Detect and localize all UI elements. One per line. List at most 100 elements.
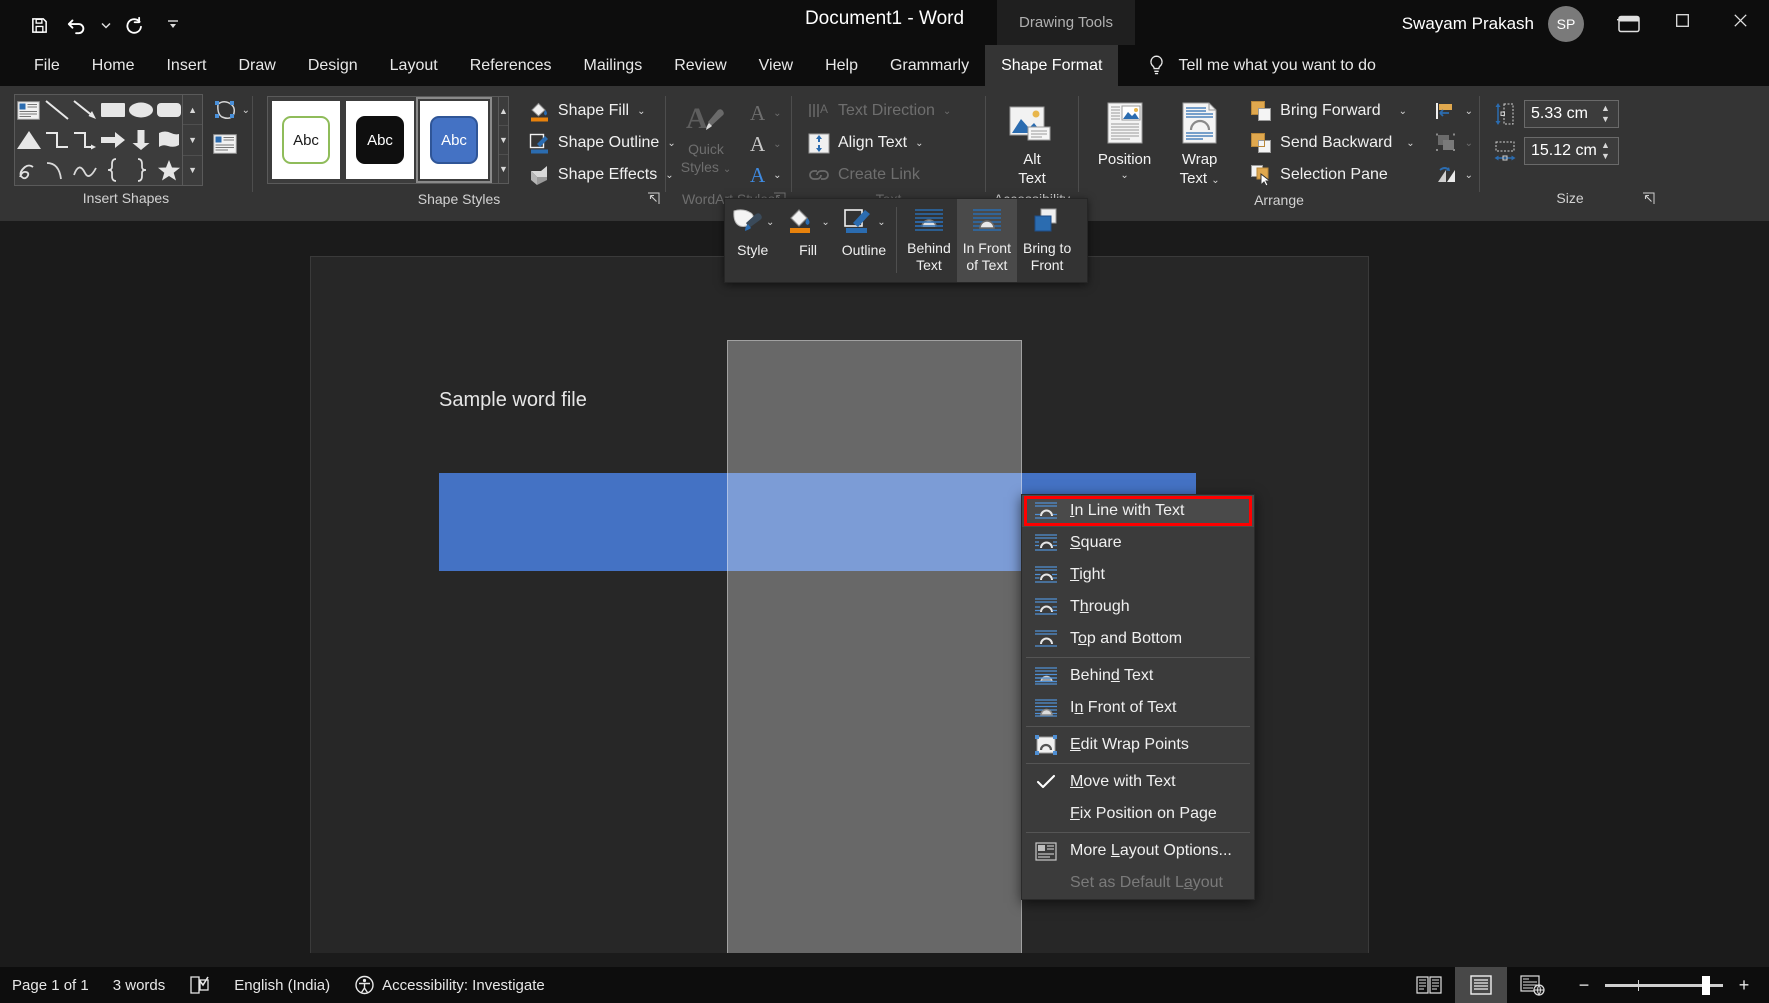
mini-fill-caret-icon[interactable]: ⌄ xyxy=(821,217,829,228)
tab-references[interactable]: References xyxy=(454,45,568,86)
text-direction-button[interactable]: A Text Direction ⌄ xyxy=(802,98,957,124)
minimize-button[interactable] xyxy=(1595,0,1653,40)
rotate-objects-caret-icon[interactable]: ⌄ xyxy=(1465,170,1473,181)
wordart-quick-styles-button[interactable]: A Quick Styles ⌄ xyxy=(676,100,736,179)
shape-width-spin-up-icon[interactable]: ▲ xyxy=(1601,140,1610,151)
close-button[interactable] xyxy=(1711,0,1769,40)
page-indicator[interactable]: Page 1 of 1 xyxy=(0,967,101,1003)
size-dialog-launcher[interactable] xyxy=(1642,192,1656,206)
shape-curve-icon[interactable] xyxy=(43,155,71,185)
undo-icon[interactable] xyxy=(60,8,94,42)
shape-width-spin-down-icon[interactable]: ▼ xyxy=(1601,151,1610,162)
group-objects-button[interactable]: ⌄ xyxy=(1429,130,1479,156)
text-fill-caret-icon[interactable]: ⌄ xyxy=(773,108,781,119)
tab-view[interactable]: View xyxy=(743,45,809,86)
tab-help[interactable]: Help xyxy=(809,45,874,86)
document-body-text[interactable]: Sample word file xyxy=(439,389,587,412)
save-icon[interactable] xyxy=(22,8,56,42)
mini-in-front-of-text-button[interactable]: In Front of Text xyxy=(957,199,1017,282)
menu-item-fix-position-on-page[interactable]: Fix Position on Page xyxy=(1022,798,1254,830)
rotate-objects-button[interactable]: ⌄ xyxy=(1429,162,1479,188)
shape-height-field[interactable]: 5.33 cm ▲ ▼ xyxy=(1494,100,1610,128)
bring-forward-caret-icon[interactable]: ⌄ xyxy=(1399,106,1407,117)
tab-insert[interactable]: Insert xyxy=(150,45,222,86)
shape-line-icon[interactable] xyxy=(43,95,71,125)
mini-style-caret-icon[interactable]: ⌄ xyxy=(766,217,774,228)
tab-mailings[interactable]: Mailings xyxy=(568,45,659,86)
align-text-button[interactable]: Align Text ⌄ xyxy=(802,130,957,156)
redo-icon[interactable] xyxy=(118,8,152,42)
shapes-gallery-scrollbar[interactable]: ▲ ▼ ▼ xyxy=(183,94,202,186)
shape-elbow-connector-icon[interactable] xyxy=(43,125,71,155)
shape-rounded-rectangle-icon[interactable] xyxy=(155,95,183,125)
shape-right-arrow-icon[interactable] xyxy=(99,125,127,155)
shape-scribble-icon[interactable] xyxy=(15,155,43,185)
edit-shape-button[interactable]: ⌄ xyxy=(211,96,252,124)
shape-elbow-arrow-connector-icon[interactable] xyxy=(71,125,99,155)
mini-bring-to-front-button[interactable]: Bring to Front xyxy=(1017,199,1077,282)
restore-button[interactable] xyxy=(1653,0,1711,40)
edit-shape-caret-icon[interactable]: ⌄ xyxy=(242,105,250,116)
shape-freeform-icon[interactable] xyxy=(71,155,99,185)
tab-review[interactable]: Review xyxy=(658,45,742,86)
text-outline-caret-icon[interactable]: ⌄ xyxy=(773,139,781,150)
send-backward-caret-icon[interactable]: ⌄ xyxy=(1406,138,1414,149)
tab-file[interactable]: File xyxy=(18,45,76,86)
wrap-text-button[interactable]: Wrap Text ⌄ xyxy=(1164,96,1235,190)
wordart-quick-styles-caret-icon[interactable]: ⌄ xyxy=(723,164,731,175)
shape-line-arrow-icon[interactable] xyxy=(71,95,99,125)
create-link-button[interactable]: Create Link xyxy=(802,162,957,188)
language-indicator[interactable]: English (India) xyxy=(222,967,342,1003)
tell-me-search[interactable]: Tell me what you want to do xyxy=(1148,55,1375,76)
mini-outline-caret-icon[interactable]: ⌄ xyxy=(877,217,885,228)
shape-style-preset-1[interactable]: Abc xyxy=(272,101,340,179)
draw-text-box-button[interactable] xyxy=(211,132,252,156)
user-account[interactable]: Swayam Prakash SP xyxy=(1402,6,1584,42)
wrap-text-caret-icon[interactable]: ⌄ xyxy=(1211,175,1219,186)
avatar[interactable]: SP xyxy=(1548,6,1584,42)
customize-quick-access-toolbar-icon[interactable] xyxy=(156,8,190,42)
position-button[interactable]: Position ⌄ xyxy=(1089,96,1160,181)
shape-height-spin-down-icon[interactable]: ▼ xyxy=(1601,114,1610,125)
shape-styles-more-icon[interactable]: ▼ xyxy=(499,155,508,183)
tab-draw[interactable]: Draw xyxy=(222,45,291,86)
tab-home[interactable]: Home xyxy=(76,45,151,86)
view-web-layout[interactable] xyxy=(1507,967,1559,1003)
tab-grammarly[interactable]: Grammarly xyxy=(874,45,985,86)
align-objects-button[interactable]: ⌄ xyxy=(1429,98,1479,124)
shape-height-spin-up-icon[interactable]: ▲ xyxy=(1601,103,1610,114)
shape-flowchart-icon[interactable] xyxy=(155,125,183,155)
shape-oval-icon[interactable] xyxy=(127,95,155,125)
tab-layout[interactable]: Layout xyxy=(374,45,454,86)
shape-height-spinner[interactable]: ▲ ▼ xyxy=(1601,103,1610,125)
text-direction-caret-icon[interactable]: ⌄ xyxy=(943,106,951,117)
align-text-caret-icon[interactable]: ⌄ xyxy=(915,138,923,149)
insert-shapes-gallery[interactable] xyxy=(14,94,183,186)
proofing-status-button[interactable] xyxy=(177,967,222,1003)
mini-behind-text-button[interactable]: Behind Text xyxy=(901,199,957,282)
shape-styles-scroll-up-icon[interactable]: ▲ xyxy=(499,97,508,126)
accessibility-status-button[interactable]: Accessibility: Investigate xyxy=(342,967,557,1003)
menu-item-top-and-bottom[interactable]: Top and Bottom xyxy=(1022,623,1254,655)
shape-outline-button[interactable]: Shape Outline ⌄ xyxy=(523,130,682,156)
shape-star-icon[interactable] xyxy=(155,155,183,185)
position-caret-icon[interactable]: ⌄ xyxy=(1120,170,1128,181)
text-fill-button[interactable]: A ⌄ xyxy=(746,100,786,127)
mini-style-button[interactable]: ⌄ Style xyxy=(725,199,780,282)
shape-fill-button[interactable]: Shape Fill ⌄ xyxy=(523,98,682,124)
menu-item-tight[interactable]: Tight xyxy=(1022,559,1254,591)
shapes-gallery-scroll-up-icon[interactable]: ▲ xyxy=(183,95,201,125)
zoom-out-button[interactable]: − xyxy=(1575,975,1593,996)
alt-text-button[interactable]: Alt Text xyxy=(996,100,1068,188)
zoom-slider-thumb[interactable] xyxy=(1702,976,1710,995)
shape-styles-gallery[interactable]: Abc Abc Abc xyxy=(267,96,499,184)
shape-isosceles-triangle-icon[interactable] xyxy=(15,125,43,155)
shape-text-box-icon[interactable] xyxy=(15,95,43,125)
selection-pane-button[interactable]: Selection Pane xyxy=(1245,162,1420,188)
menu-item-in-front-of-text[interactable]: In Front of Text xyxy=(1022,692,1254,724)
mini-fill-button[interactable]: ⌄ Fill xyxy=(780,199,835,282)
shapes-gallery-more-icon[interactable]: ▼ xyxy=(183,156,201,185)
text-effects-caret-icon[interactable]: ⌄ xyxy=(773,170,781,181)
zoom-slider[interactable] xyxy=(1605,984,1723,987)
text-outline-button[interactable]: A ⌄ xyxy=(746,131,786,158)
